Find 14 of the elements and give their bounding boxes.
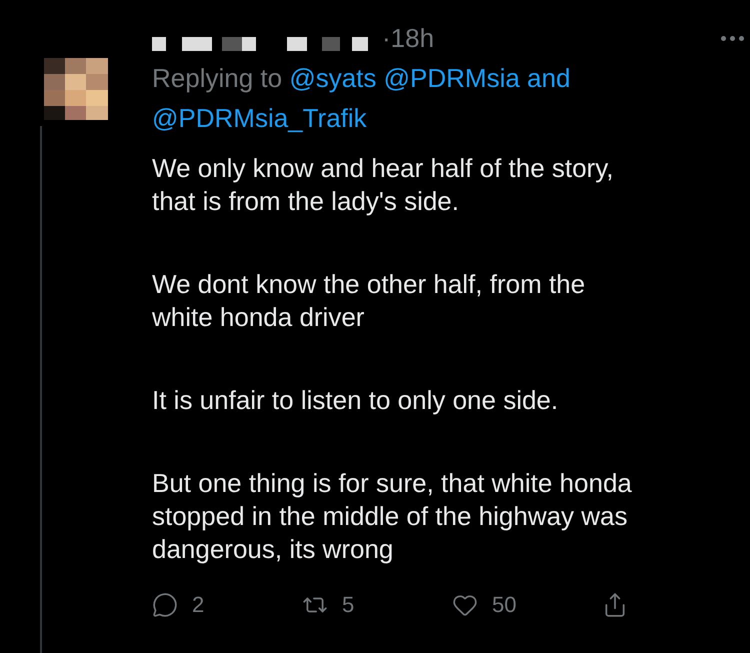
tweet-paragraph: But one thing is for sure, that white honda stopped in the middle of the highway was dangerous, its wrong: [152, 467, 633, 566]
conjunction-text: and: [527, 63, 570, 93]
tweet-paragraph: We dont know the other half, from the white honda driver: [152, 268, 586, 334]
tweet-paragraph: It is unfair to listen to only one side.: [152, 384, 560, 417]
replying-to-text: Replying to @syats @PDRMsia and @PDRMsia_Trafik: [152, 62, 572, 135]
mention-link[interactable]: @syats: [289, 63, 376, 93]
reply-icon[interactable]: [152, 592, 178, 618]
mention-link[interactable]: @PDRMsia: [384, 63, 520, 93]
tweet-paragraph: We only know and hear half of the story, that is from the lady's side.: [152, 152, 615, 218]
retweet-count: 5: [342, 592, 354, 618]
like-count: 50: [492, 592, 516, 618]
timestamp[interactable]: ·18h: [382, 22, 434, 54]
mention-link[interactable]: @PDRMsia_Trafik: [152, 103, 367, 133]
reply-count: 2: [192, 592, 204, 618]
